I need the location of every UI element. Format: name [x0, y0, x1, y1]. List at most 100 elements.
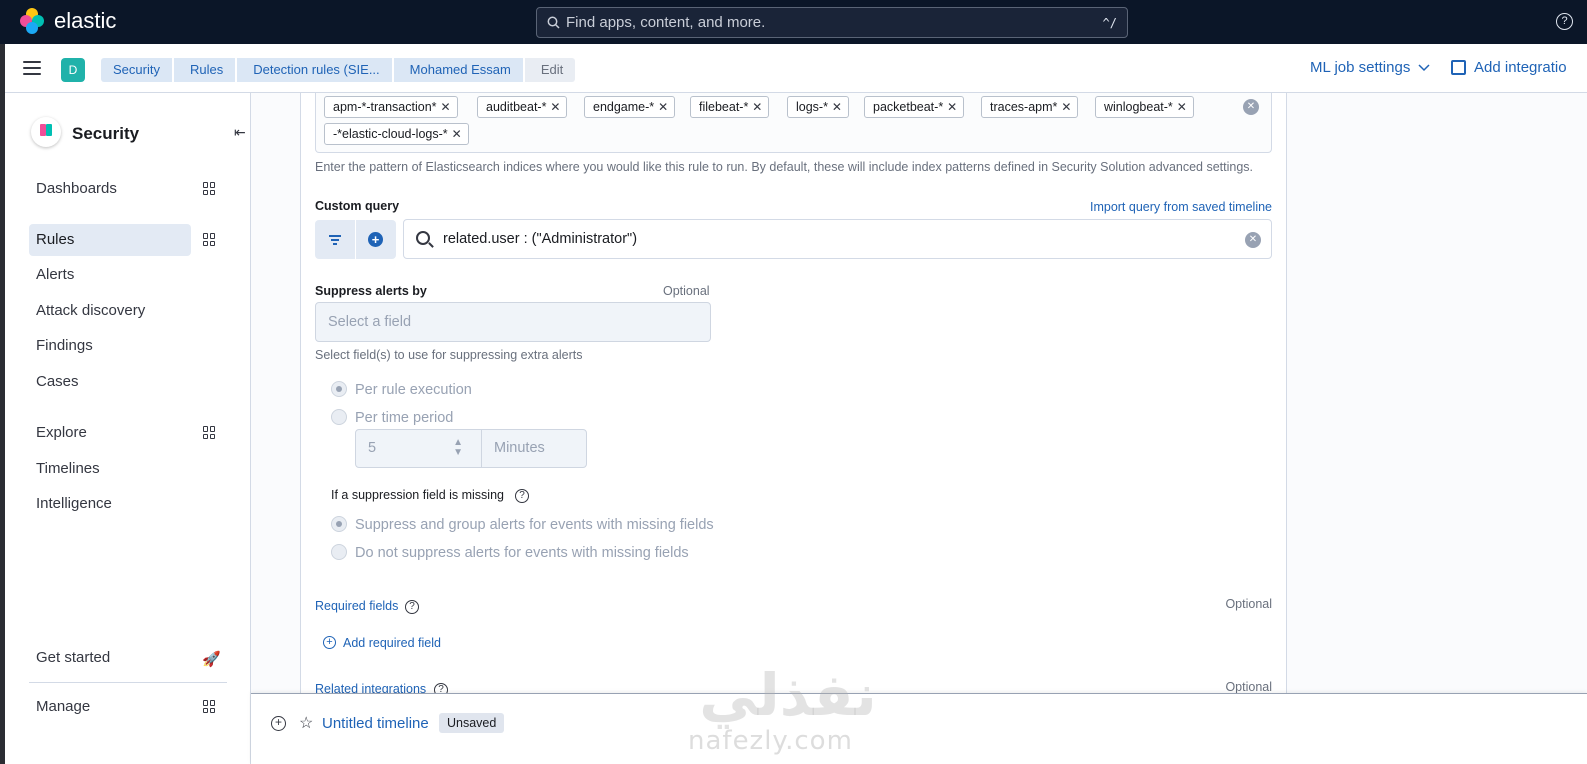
collapse-nav-icon[interactable]: ⇤ [234, 124, 246, 141]
help-icon[interactable]: ? [1556, 13, 1573, 30]
index-pattern-pill: filebeat-* ✕ [690, 96, 770, 118]
per-rule-execution-radio[interactable] [331, 381, 347, 397]
index-pattern-pill: apm-*-transaction* ✕ [324, 96, 458, 118]
time-value: 5 [368, 440, 377, 456]
sidebar-item-dashboards[interactable]: Dashboards [29, 173, 191, 205]
add-integrations-button[interactable]: Add integratio [1451, 59, 1567, 76]
sidebar-item-intelligence[interactable]: Intelligence [29, 488, 191, 520]
per-rule-execution-label: Per rule execution [355, 382, 472, 398]
index-pattern-pill: logs-* ✕ [787, 96, 849, 118]
main-content: apm-*-transaction* ✕ auditbeat-* ✕ endgame… [251, 93, 1587, 697]
breadcrumb-rule-name[interactable]: Mohamed Essam [393, 58, 523, 82]
breadcrumb-detection-rules[interactable]: Detection rules (SIE... [237, 58, 392, 82]
index-pattern-label: winlogbeat-* [1104, 100, 1173, 114]
index-pattern-label: endgame-* [593, 100, 655, 114]
sidebar-item-attack-discovery[interactable]: Attack discovery [29, 295, 191, 327]
do-not-suppress-missing-radio[interactable] [331, 544, 347, 560]
breadcrumb-security[interactable]: Security [101, 58, 172, 82]
index-patterns-combobox[interactable]: apm-*-transaction* ✕ auditbeat-* ✕ endgame… [315, 93, 1272, 153]
remove-pill-icon[interactable]: ✕ [452, 124, 462, 144]
do-not-suppress-missing-label: Do not suppress alerts for events with m… [355, 545, 689, 561]
global-search-input[interactable]: Find apps, content, and more. ^/ [536, 7, 1128, 38]
index-pattern-label: packetbeat-* [873, 100, 944, 114]
brand-name: elastic [54, 8, 117, 33]
sidebar-item-findings[interactable]: Findings [29, 330, 191, 362]
menu-toggle-icon[interactable] [23, 61, 41, 79]
manage-panel-icon[interactable] [203, 700, 216, 713]
suppress-missing-radio[interactable] [331, 516, 347, 532]
per-time-period-label: Per time period [355, 410, 454, 426]
sidebar-item-cases[interactable]: Cases [29, 366, 191, 398]
add-integrations-label: Add integratio [1474, 59, 1567, 76]
rules-panel-icon[interactable] [203, 233, 216, 246]
sidebar-item-get-started[interactable]: Get started [29, 642, 191, 674]
sidebar-item-explore[interactable]: Explore [29, 417, 191, 449]
remove-pill-icon[interactable]: ✕ [752, 97, 762, 117]
remove-pill-icon[interactable]: ✕ [440, 97, 450, 117]
suppress-field-select[interactable]: Select a field [315, 302, 711, 342]
search-shortcut: ^/ [1102, 15, 1117, 30]
index-pattern-label: logs-* [796, 100, 828, 114]
index-pattern-pill: endgame-* ✕ [584, 96, 676, 118]
index-pattern-label: apm-*-transaction* [333, 100, 437, 114]
time-unit-select[interactable]: Minutes [481, 429, 587, 468]
sidebar-item-timelines[interactable]: Timelines [29, 453, 191, 485]
question-icon[interactable]: ? [405, 600, 419, 614]
required-fields-label[interactable]: Required fields [315, 599, 398, 613]
breadcrumb-bar: D Security Rules Detection rules (SIE...… [5, 44, 1587, 93]
custom-query-label: Custom query [315, 199, 400, 213]
question-icon[interactable]: ? [515, 489, 529, 503]
per-time-period-radio[interactable] [331, 409, 347, 425]
sidebar-item-rules[interactable]: Rules [29, 224, 191, 256]
breadcrumb: Security Rules Detection rules (SIE... M… [101, 58, 577, 82]
remove-pill-icon[interactable]: ✕ [658, 97, 668, 117]
elastic-logo-icon [20, 8, 46, 34]
index-pattern-label: traces-apm* [990, 100, 1058, 114]
clear-index-patterns-icon[interactable]: ✕ [1243, 99, 1259, 115]
add-integration-icon [1451, 60, 1466, 75]
rule-edit-form: apm-*-transaction* ✕ auditbeat-* ✕ endgame… [300, 93, 1287, 697]
dashboards-panel-icon[interactable] [203, 182, 216, 195]
explore-panel-icon[interactable] [203, 426, 216, 439]
star-icon[interactable]: ☆ [299, 713, 313, 733]
remove-pill-icon[interactable]: ✕ [947, 97, 957, 117]
remove-pill-icon[interactable]: ✕ [1061, 97, 1071, 117]
index-pattern-pill: winlogbeat-* ✕ [1095, 96, 1194, 118]
index-pattern-label: auditbeat-* [486, 100, 547, 114]
plus-icon: + [368, 232, 383, 247]
space-avatar[interactable]: D [61, 58, 85, 82]
remove-pill-icon[interactable]: ✕ [832, 97, 842, 117]
suppress-missing-label: Suppress and group alerts for events wit… [355, 517, 714, 533]
index-pattern-pill: auditbeat-* ✕ [477, 96, 568, 118]
clear-query-icon[interactable]: ✕ [1245, 232, 1261, 248]
optional-tag: Optional [1225, 680, 1272, 694]
watermark-text: nafezly.com [688, 726, 853, 756]
global-header: elastic Find apps, content, and more. ^/… [0, 0, 1587, 44]
security-side-nav: Security ⇤ Dashboards Rules Alerts Attac… [5, 93, 251, 764]
add-filter-button[interactable]: + [356, 220, 396, 259]
add-required-field-button[interactable]: Add required field [343, 636, 441, 650]
suppress-alerts-label: Suppress alerts by [315, 284, 427, 298]
security-logo-icon [31, 117, 61, 147]
ml-job-settings-label: ML job settings [1310, 59, 1411, 76]
custom-query-input[interactable]: related.user : ("Administrator") ✕ [403, 219, 1272, 259]
missing-field-label: If a suppression field is missing [331, 488, 504, 502]
stepper-arrows-icon[interactable]: ▲ ▼ [453, 438, 463, 458]
remove-pill-icon[interactable]: ✕ [1177, 97, 1187, 117]
optional-tag: Optional [1225, 597, 1272, 611]
remove-pill-icon[interactable]: ✕ [550, 97, 560, 117]
rocket-icon: 🚀 [202, 651, 221, 668]
add-circle-icon: + [323, 636, 336, 649]
sidebar-item-alerts[interactable]: Alerts [29, 259, 191, 291]
time-value-stepper[interactable]: 5 ▲ ▼ [355, 429, 482, 468]
add-timeline-icon[interactable]: + [271, 716, 286, 731]
ml-job-settings-button[interactable]: ML job settings [1310, 59, 1430, 76]
index-pattern-pill: traces-apm* ✕ [981, 96, 1079, 118]
filter-options-button[interactable] [315, 220, 355, 259]
search-placeholder: Find apps, content, and more. [566, 14, 766, 31]
breadcrumb-rules[interactable]: Rules [173, 58, 236, 82]
elastic-logo[interactable]: elastic [20, 8, 116, 34]
sidebar-item-manage[interactable]: Manage [29, 691, 191, 723]
timeline-title[interactable]: Untitled timeline [322, 715, 429, 732]
import-query-link[interactable]: Import query from saved timeline [1090, 200, 1272, 214]
